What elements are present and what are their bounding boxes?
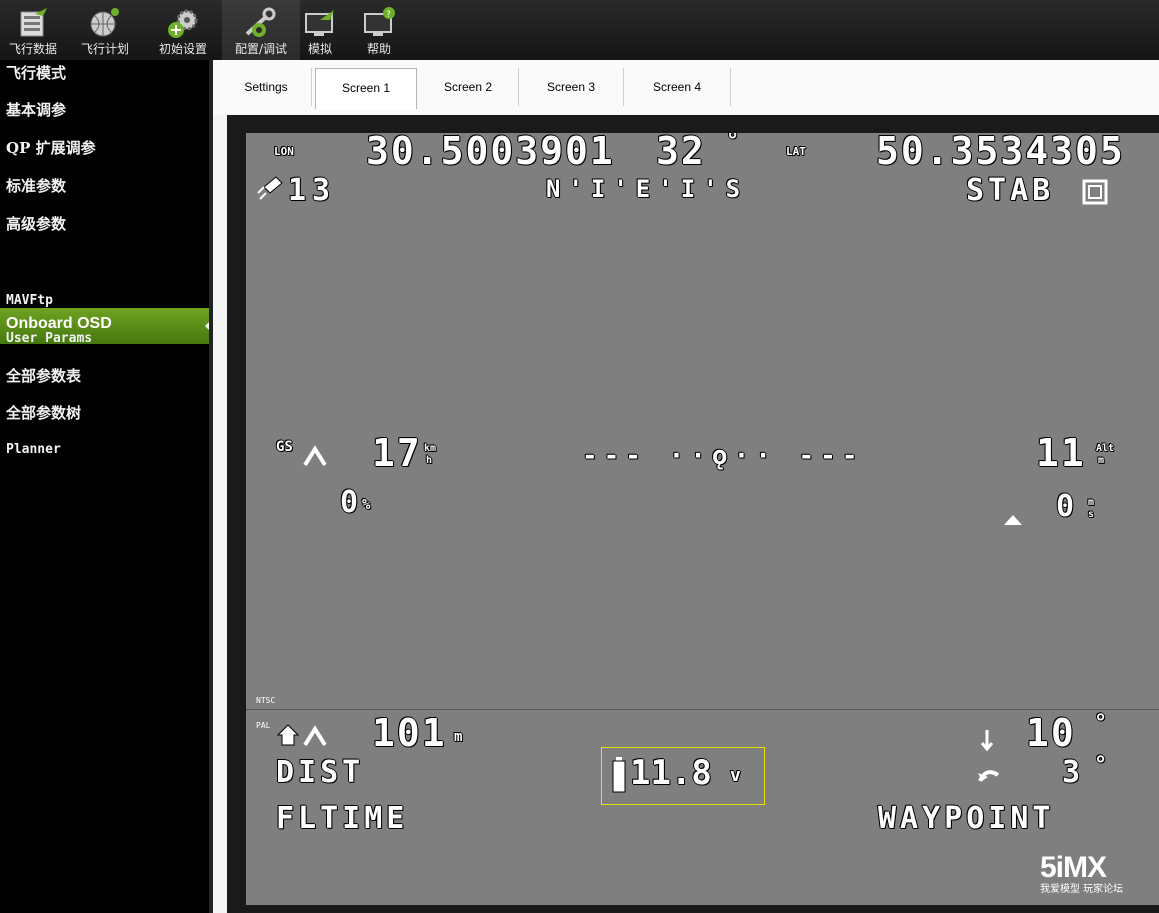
dist-label[interactable]: DIST [276,755,364,790]
sidebar-item-basic-tuning[interactable]: 基本调参 [6,97,66,133]
simulation-button[interactable]: 模拟 [300,0,340,60]
compass-bar[interactable]: N'I'E'I'S [546,175,748,203]
help-button[interactable]: ? 帮助 [354,0,404,60]
horizon-line[interactable]: --- ··ǫ·· --- [582,441,864,471]
pitch-unit: ° [1094,711,1108,736]
altitude-value[interactable]: 11 [1036,431,1086,475]
roll-arrow-icon [978,770,1000,782]
tab-settings[interactable]: Settings [221,68,312,106]
svg-text:?: ? [386,10,391,20]
home-distance-unit: m [454,729,463,745]
help-icon: ? [364,7,395,36]
sidebar-item-standard-params[interactable]: 标准参数 [6,173,66,209]
roll-value[interactable]: 3 [1062,755,1084,790]
gs-label: GS [276,439,293,455]
lon-value[interactable]: 30.5003901 [366,133,615,173]
satellite-count[interactable]: 13 [288,173,336,208]
initial-setup-button[interactable]: 初始设置 [144,0,222,60]
osd-preview[interactable]: LON 30.5003901 32 ° LAT 50.3534305 13 N'… [246,133,1159,905]
battery-voltage[interactable]: 11.8 [630,753,712,793]
flight-plan-label: 飞行计划 [80,42,129,56]
battery-icon [612,757,626,793]
tab-screen-1[interactable]: Screen 1 [315,68,417,109]
pitch-arrow-icon [980,730,994,751]
sidebar-item-full-param-list[interactable]: 全部参数表 [6,363,81,399]
heading-value[interactable]: 32 [656,133,706,173]
throttle-unit: % [362,497,371,513]
tab-screen-3[interactable]: Screen 3 [519,68,624,106]
simulation-icon [305,10,334,36]
flight-plan-icon [90,8,119,37]
watermark-logo: 5iMX [1040,851,1107,884]
main-toolbar: 飞行数据 飞行计划 初始设置 配置/调试 模拟 ? 帮助 [0,0,1159,60]
config-tuning-label: 配置/调试 [234,42,288,56]
pal-label: PAL [256,721,271,730]
flight-mode[interactable]: STAB [966,173,1054,208]
screen-tabs: Settings Screen 1 Screen 2 Screen 3 Scre… [213,60,1159,115]
satellite-icon [257,176,283,200]
speed-unit-bottom: h [426,455,433,466]
site-watermark: 5iMX 我爱模型 玩家论坛 [1040,852,1123,896]
tab-screen-4[interactable]: Screen 4 [624,68,731,106]
ntsc-guide-line [246,709,1159,710]
mode-indicator-icon [1082,179,1108,205]
sidebar-item-extended-tuning[interactable]: QP 扩展调参 [6,135,96,171]
flight-data-label: 飞行数据 [8,42,57,56]
home-arrow-icon [303,725,327,747]
flight-data-icon [20,8,47,37]
alt-unit-bottom: m [1098,455,1105,466]
throttle-value[interactable]: 0 [340,485,358,520]
climb-arrow-icon [1004,515,1022,525]
config-tuning-button[interactable]: 配置/调试 [222,0,300,60]
sidebar-item-flight-modes[interactable]: 飞行模式 [6,60,66,96]
alt-unit-top: Alt [1096,443,1115,454]
simulation-label: 模拟 [307,42,332,56]
waypoint-label[interactable]: WAYPOINT [878,801,1055,836]
watermark-tagline: 我爱模型 玩家论坛 [1040,884,1124,895]
sidebar-item-full-param-tree[interactable]: 全部参数树 [6,400,81,436]
flight-plan-button[interactable]: 飞行计划 [66,0,144,60]
sidebar: 飞行模式 基本调参 QP 扩展调参 标准参数 高级参数 Onboard OSD … [0,60,213,913]
speed-unit-top: km [424,443,437,454]
climb-unit-bottom: s [1088,509,1095,520]
home-icon [276,724,300,746]
roll-unit: ° [1094,753,1108,778]
help-label: 帮助 [366,42,391,56]
initial-setup-icon [168,9,198,38]
lat-label[interactable]: LAT [786,145,806,158]
pitch-value[interactable]: 10 [1026,711,1076,755]
sidebar-item-user-params[interactable]: User Params [6,326,92,362]
sidebar-item-mavftp[interactable]: MAVFtp [6,288,53,324]
tab-screen-2[interactable]: Screen 2 [418,68,519,106]
sidebar-item-planner[interactable]: Planner [6,437,61,473]
heading-unit: ° [726,133,740,154]
climb-unit-top: m [1088,497,1095,508]
lat-value[interactable]: 50.3534305 [876,133,1125,173]
flight-data-button[interactable]: 飞行数据 [0,0,66,60]
sidebar-item-advanced-params[interactable]: 高级参数 [6,211,66,247]
initial-setup-label: 初始设置 [158,42,207,56]
fltime-label[interactable]: FLTIME [276,801,408,836]
lon-label[interactable]: LON [274,145,294,158]
climb-rate[interactable]: 0 [1056,489,1074,524]
battery-unit: v [730,765,741,786]
home-distance[interactable]: 101 [372,711,447,755]
ntsc-label: NTSC [256,696,276,705]
config-tuning-icon [245,7,276,37]
speed-arrow-icon [303,445,327,467]
ground-speed[interactable]: 17 [372,431,422,475]
